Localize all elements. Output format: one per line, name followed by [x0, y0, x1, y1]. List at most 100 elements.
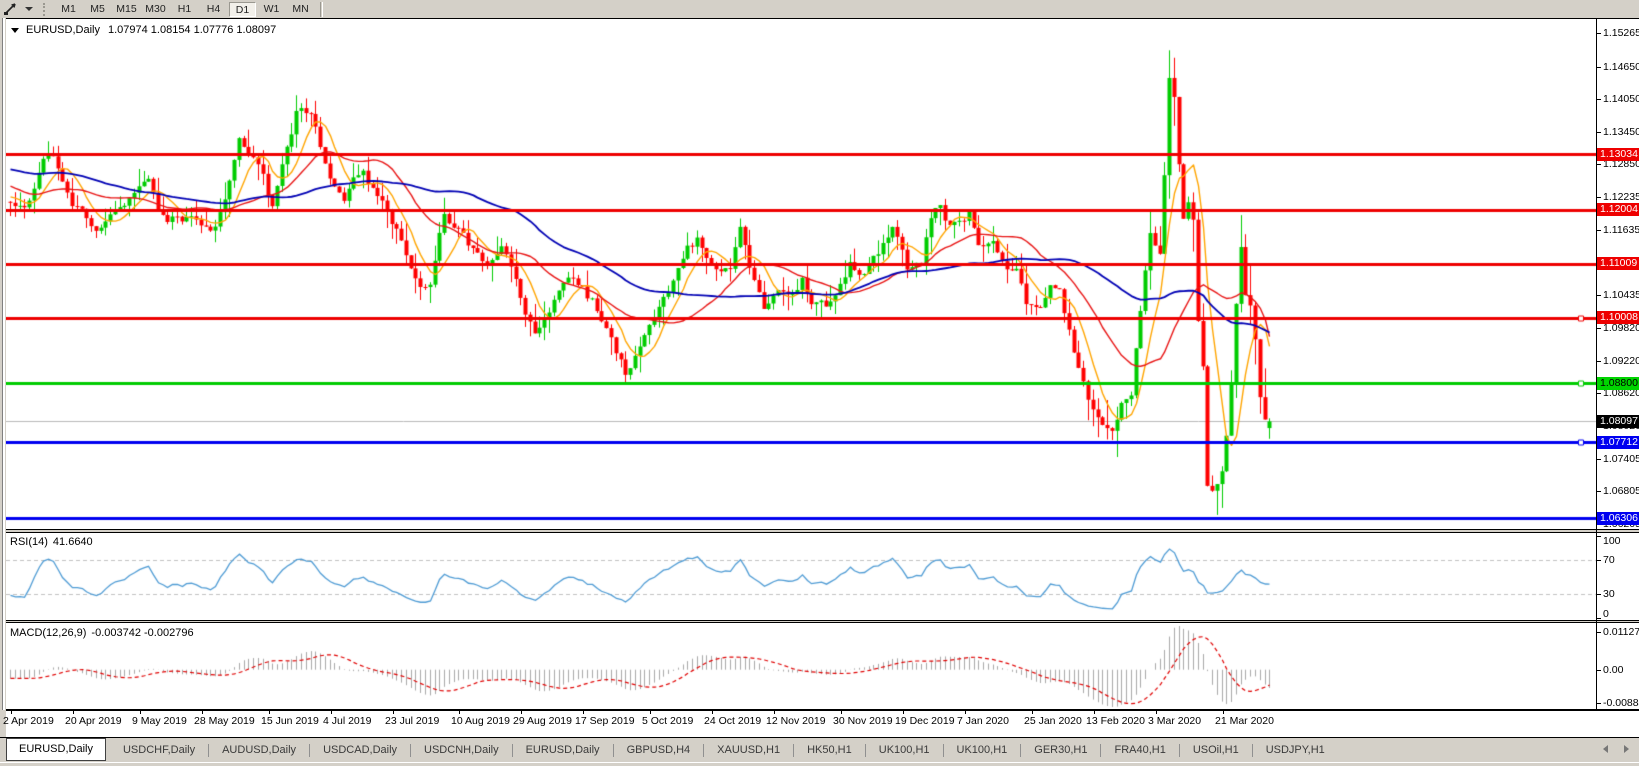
- chevron-down-icon[interactable]: [25, 7, 33, 11]
- timeframe-button-M30[interactable]: M30: [142, 2, 169, 17]
- date-axis-label: 3 Mar 2020: [1148, 715, 1201, 727]
- date-axis-label: 28 May 2019: [194, 715, 255, 727]
- price-axis-label: 1.09220: [1603, 355, 1639, 367]
- timeframe-button-M5[interactable]: M5: [84, 2, 111, 17]
- macd-values: -0.003742 -0.002796: [91, 627, 193, 639]
- date-axis-label: 4 Jul 2019: [323, 715, 371, 727]
- price-axis-label: 1.07405: [1603, 453, 1639, 465]
- date-tick-mark: [11, 711, 12, 714]
- price-axis-line: [1596, 18, 1597, 710]
- timeframe-button-MN[interactable]: MN: [287, 2, 314, 17]
- toolbar-grip[interactable]: [43, 3, 47, 16]
- chart-tab-XAUUSD-H1[interactable]: XAUUSD,H1: [704, 739, 793, 761]
- date-tick-mark: [269, 711, 270, 714]
- date-tick-mark: [202, 711, 203, 714]
- timeframe-buttons: M1M5M15M30H1H4D1W1MN: [54, 2, 315, 17]
- chart-tool-icon[interactable]: [3, 2, 19, 16]
- chart-tab-UK100-H1[interactable]: UK100,H1: [866, 739, 943, 761]
- chart-tab-USDCNH-Daily[interactable]: USDCNH,Daily: [411, 739, 512, 761]
- chart-tab-HK50-H1[interactable]: HK50,H1: [794, 739, 865, 761]
- axis-tick-mark: [1597, 132, 1601, 133]
- date-tick-mark: [903, 711, 904, 714]
- chart-tab-USDCAD-Daily[interactable]: USDCAD,Daily: [310, 739, 410, 761]
- timeframe-button-H4[interactable]: H4: [200, 2, 227, 17]
- price-axis-label: 1.12235: [1603, 191, 1639, 203]
- price-axis-label: 1.14050: [1603, 93, 1639, 105]
- price-axis-label: 1.10435: [1603, 289, 1639, 301]
- price-tag: 1.08800: [1597, 377, 1639, 390]
- tab-scroll-arrows: [1603, 745, 1629, 753]
- date-tick-mark: [774, 711, 775, 714]
- date-tick-mark: [1223, 711, 1224, 714]
- price-axis-label: 1.15265: [1603, 27, 1639, 39]
- rsi-axis-label: 70: [1603, 554, 1615, 566]
- timeframe-button-M1[interactable]: M1: [55, 2, 82, 17]
- axis-tick-mark: [1597, 33, 1601, 34]
- macd-name: MACD(12,26,9): [10, 627, 86, 639]
- tab-scroll-right-icon[interactable]: [1624, 745, 1629, 753]
- date-tick-mark: [140, 711, 141, 714]
- rsi-indicator-label: RSI(14)41.6640: [10, 536, 98, 548]
- price-tag: 1.11009: [1597, 257, 1639, 270]
- chart-tab-UK100-H1[interactable]: UK100,H1: [944, 739, 1021, 761]
- timeframe-button-D1[interactable]: D1: [229, 2, 256, 17]
- date-axis-label: 10 Aug 2019: [451, 715, 510, 727]
- macd-axis-label: -0.008845: [1603, 697, 1639, 709]
- macd-canvas[interactable]: [6, 624, 1596, 709]
- date-axis-label: 30 Nov 2019: [833, 715, 893, 727]
- date-axis-label: 13 Feb 2020: [1086, 715, 1145, 727]
- date-tick-mark: [73, 711, 74, 714]
- date-tick-mark: [583, 711, 584, 714]
- date-tick-mark: [1156, 711, 1157, 714]
- date-axis-label: 12 Nov 2019: [766, 715, 826, 727]
- date-tick-mark: [1032, 711, 1033, 714]
- rsi-axis-label: 100: [1603, 535, 1621, 547]
- date-axis-label: 7 Jan 2020: [957, 715, 1009, 727]
- axis-tick-mark: [1597, 560, 1601, 561]
- chart-tab-GER30-H1[interactable]: GER30,H1: [1021, 739, 1100, 761]
- axis-tick-mark: [1597, 67, 1601, 68]
- rsi-axis-label: 0: [1603, 608, 1609, 620]
- rsi-canvas[interactable]: [6, 534, 1596, 620]
- axis-tick-mark: [1597, 361, 1601, 362]
- price-tag: 1.13034: [1597, 148, 1639, 161]
- chart-ohlc-values: 1.07974 1.08154 1.07776 1.08097: [108, 24, 276, 36]
- chart-tab-USDJPY-H1[interactable]: USDJPY,H1: [1253, 739, 1338, 761]
- timeframe-button-M15[interactable]: M15: [113, 2, 140, 17]
- axis-tick-mark: [1597, 459, 1601, 460]
- macd-axis-label: 0.011277: [1603, 626, 1639, 638]
- date-axis-label: 2 Apr 2019: [3, 715, 54, 727]
- date-tick-mark: [650, 711, 651, 714]
- axis-tick-mark: [1597, 295, 1601, 296]
- tab-scroll-left-icon[interactable]: [1603, 745, 1608, 753]
- timeframe-button-H1[interactable]: H1: [171, 2, 198, 17]
- timeframe-toolbar: M1M5M15M30H1H4D1W1MN: [0, 0, 1639, 18]
- chart-tab-AUDUSD-Daily[interactable]: AUDUSD,Daily: [209, 739, 309, 761]
- chart-tab-bar: EURUSD,DailyUSDCHF,DailyAUDUSD,DailyUSDC…: [0, 737, 1639, 762]
- chart-tab-USOil-H1[interactable]: USOil,H1: [1180, 739, 1252, 761]
- price-tag: 1.08097: [1597, 415, 1639, 428]
- main-chart-canvas[interactable]: [6, 20, 1596, 529]
- rsi-axis-label: 30: [1603, 588, 1615, 600]
- chart-tab-EURUSD-Daily[interactable]: EURUSD,Daily: [513, 739, 613, 761]
- date-tick-mark: [841, 711, 842, 714]
- chart-tab-USDCHF-Daily[interactable]: USDCHF,Daily: [110, 739, 208, 761]
- timeframe-button-W1[interactable]: W1: [258, 2, 285, 17]
- date-tick-mark: [521, 711, 522, 714]
- axis-tick-mark: [1597, 164, 1601, 165]
- price-tag: 1.06306: [1597, 512, 1639, 525]
- date-tick-mark: [712, 711, 713, 714]
- rsi-name: RSI(14): [10, 536, 48, 548]
- price-tag: 1.07712: [1597, 436, 1639, 449]
- triangle-down-icon[interactable]: [11, 28, 19, 33]
- chart-tab-FRA40-H1[interactable]: FRA40,H1: [1101, 739, 1178, 761]
- chart-symbol-period: EURUSD,Daily: [26, 24, 100, 36]
- date-axis-label: 17 Sep 2019: [575, 715, 635, 727]
- date-axis-label: 25 Jan 2020: [1024, 715, 1082, 727]
- date-axis-label: 9 May 2019: [132, 715, 187, 727]
- date-axis-label: 15 Jun 2019: [261, 715, 319, 727]
- chart-tab-GBPUSD-H4[interactable]: GBPUSD,H4: [614, 739, 704, 761]
- chart-tab-EURUSD-Daily[interactable]: EURUSD,Daily: [6, 738, 106, 761]
- status-strip: [0, 762, 1639, 766]
- date-tick-mark: [331, 711, 332, 714]
